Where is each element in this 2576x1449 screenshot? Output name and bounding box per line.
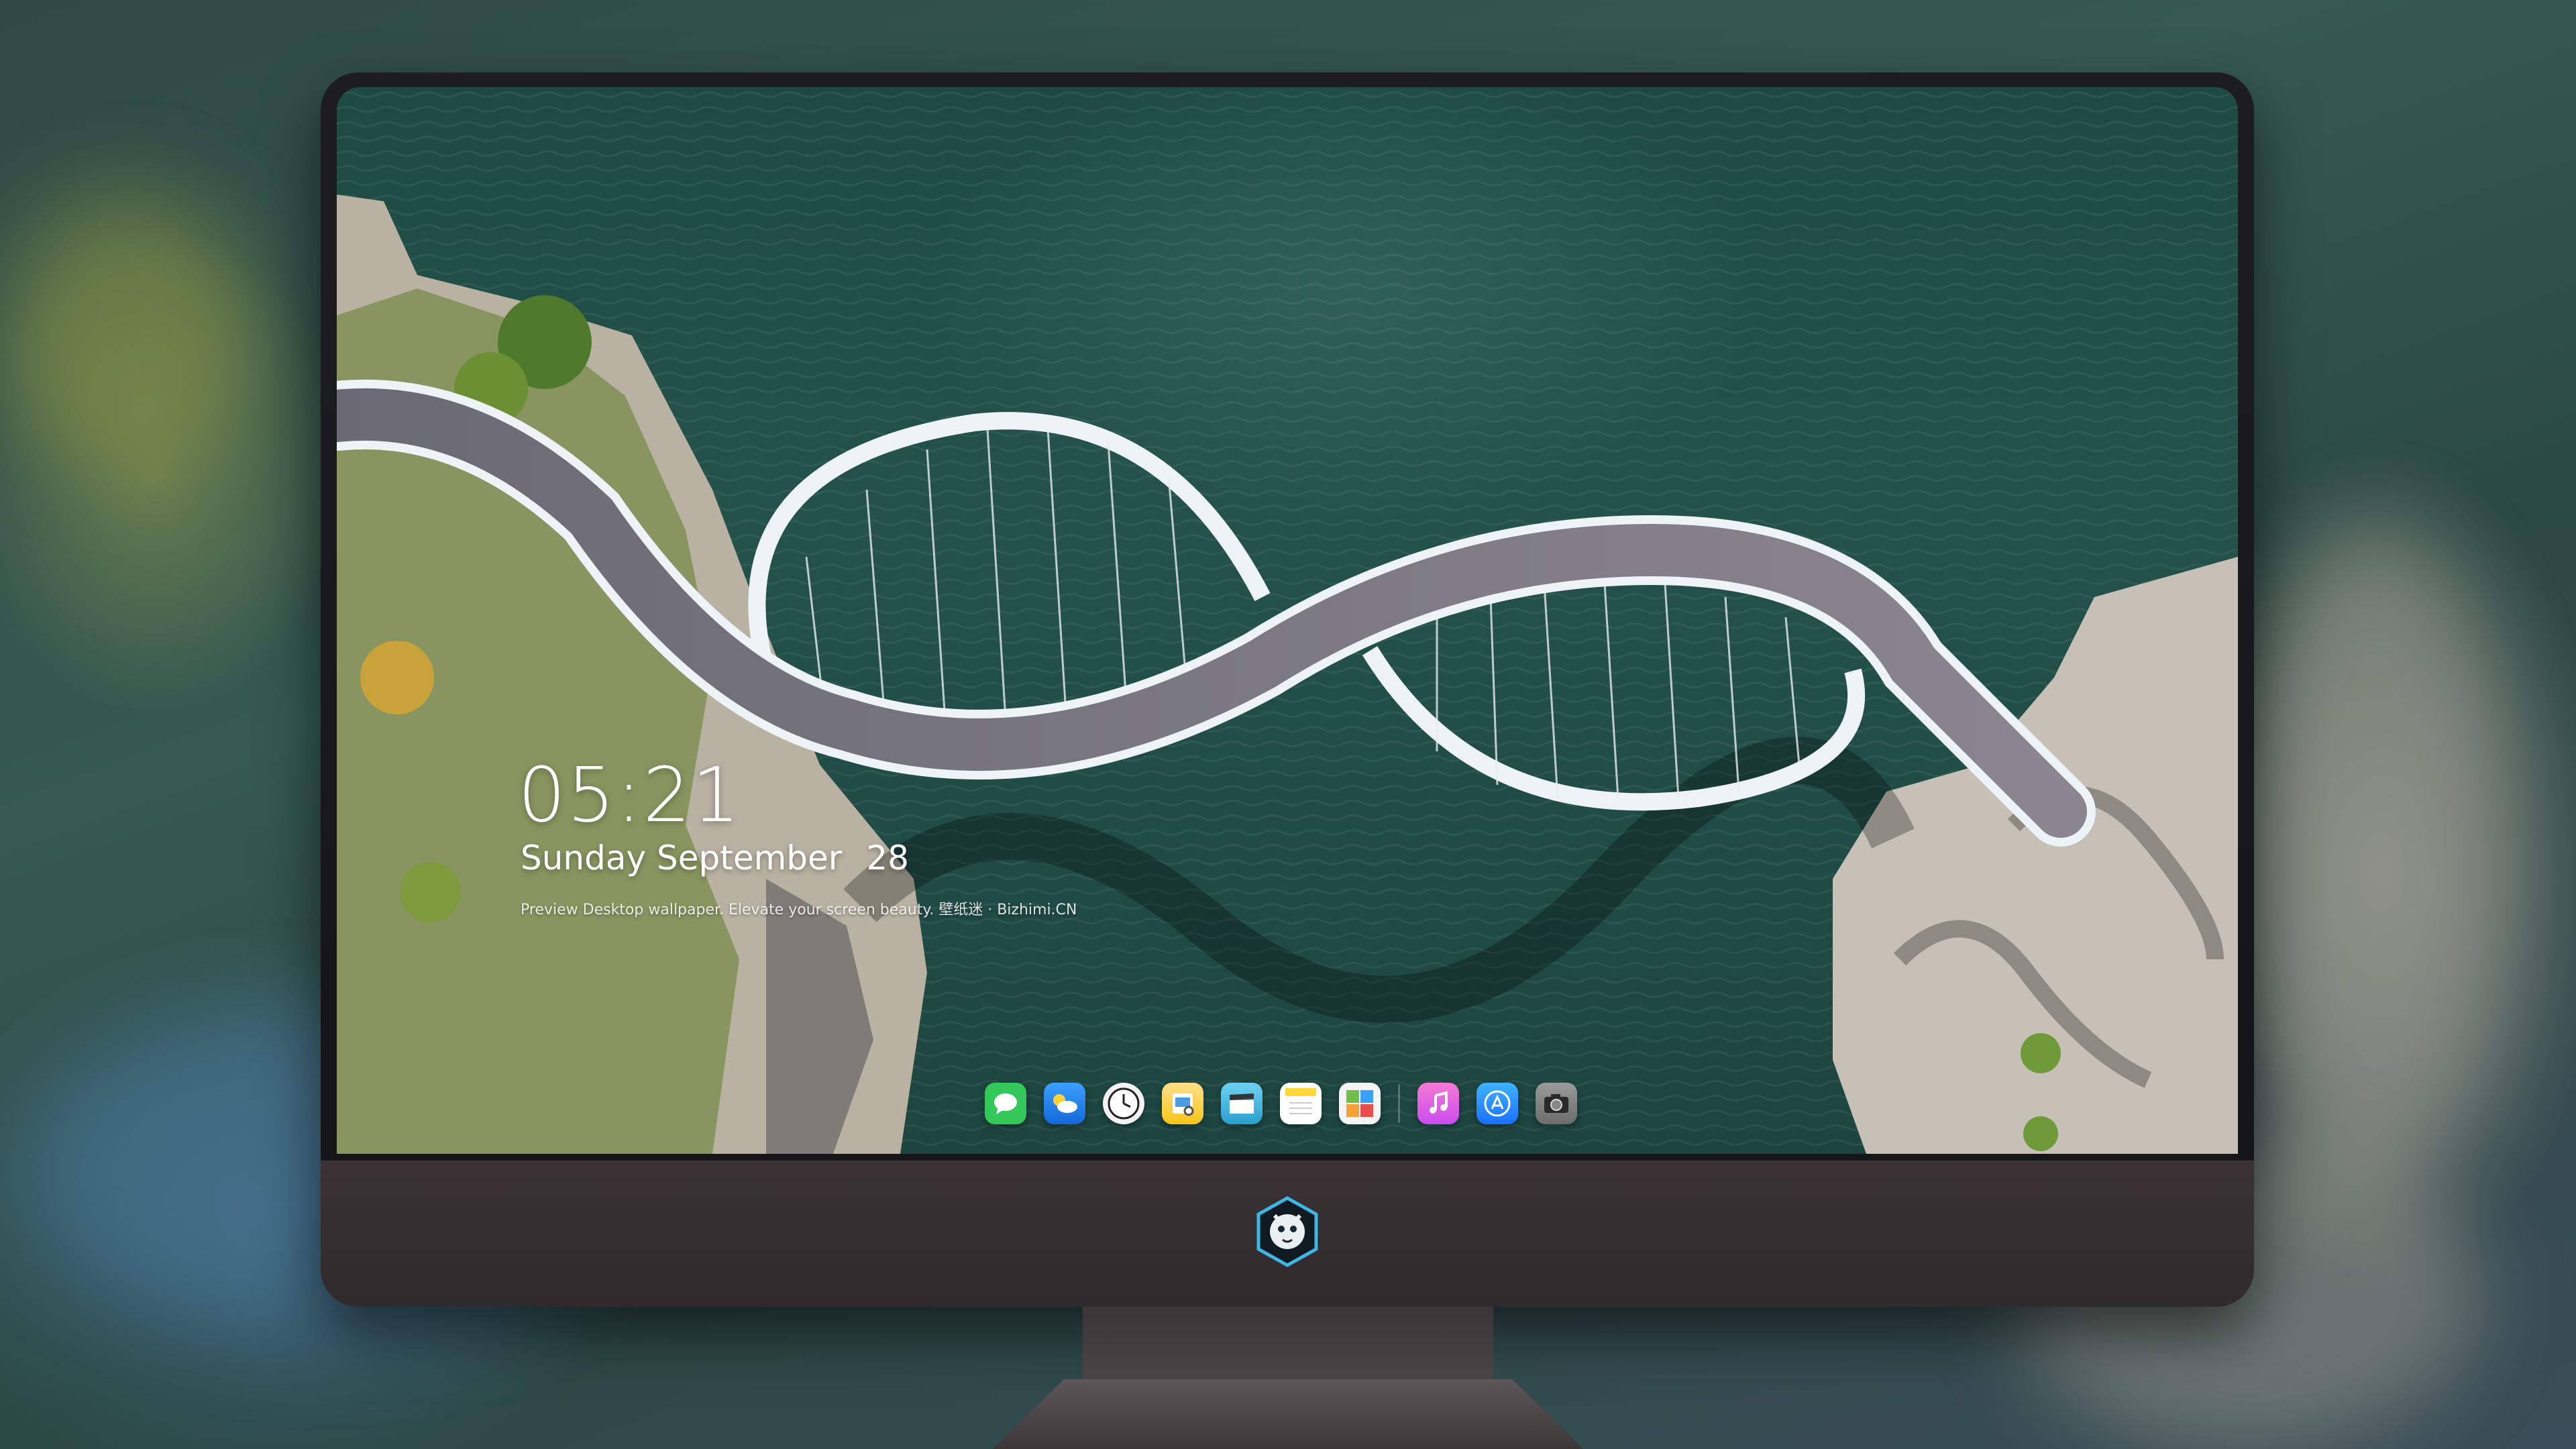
messages-icon[interactable]: [985, 1083, 1026, 1124]
blurred-foliage-background: [0, 188, 255, 470]
clapperboard-icon[interactable]: [1221, 1083, 1263, 1124]
blurred-promenade-background: [2234, 523, 2516, 1194]
notes-icon[interactable]: [1280, 1083, 1322, 1124]
brand-logo-icon: [1256, 1196, 1318, 1267]
music-icon[interactable]: [1417, 1083, 1459, 1124]
wallpaper-preview-notice: Preview Desktop wallpaper. Elevate your …: [521, 902, 1077, 918]
monitor-chin: [321, 1154, 2254, 1307]
preview-icon[interactable]: [1162, 1083, 1203, 1124]
lock-screen-date: Sunday September 28: [521, 839, 909, 877]
monitor-stand-base: [993, 1379, 1583, 1449]
app-store-icon[interactable]: [1477, 1083, 1518, 1124]
clock-icon[interactable]: [1103, 1083, 1144, 1124]
tree: [2023, 1116, 2058, 1151]
date-day: 28: [866, 839, 909, 877]
tree: [400, 862, 461, 922]
photo-booth-icon[interactable]: [1339, 1083, 1381, 1124]
bridge-wallpaper: [337, 87, 2238, 1154]
lock-screen-clock: 05:21: [518, 752, 741, 839]
camera-icon[interactable]: [1536, 1083, 1577, 1124]
date-weekday-month: Sunday September: [521, 839, 843, 877]
tree: [360, 641, 434, 714]
dock: [973, 1067, 1623, 1140]
screen: 05:21 Sunday September 28 Preview Desktop…: [337, 87, 2238, 1154]
dock-separator: [1398, 1084, 1400, 1123]
monitor-stand-neck: [1083, 1307, 1493, 1381]
tree: [2021, 1033, 2061, 1073]
weather-icon[interactable]: [1044, 1083, 1085, 1124]
monitor: 05:21 Sunday September 28 Preview Desktop…: [321, 72, 2254, 1307]
